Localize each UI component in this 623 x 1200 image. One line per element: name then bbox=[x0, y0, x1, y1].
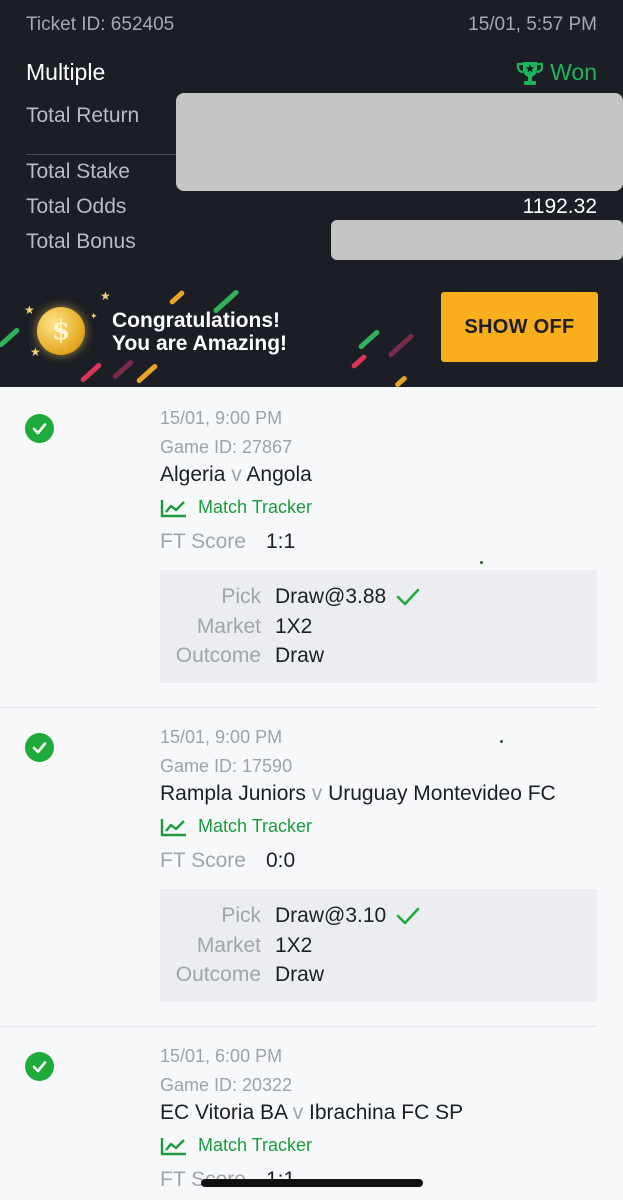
away-team: Uruguay Montevideo FC bbox=[328, 782, 556, 805]
confetti bbox=[394, 374, 408, 387]
match-time: 15/01, 6:00 PM bbox=[160, 1046, 283, 1066]
divider bbox=[0, 707, 597, 708]
dot bbox=[500, 740, 503, 743]
check-circle-icon bbox=[25, 733, 54, 762]
dot bbox=[480, 561, 483, 564]
confetti bbox=[0, 326, 21, 349]
line-chart-icon bbox=[160, 818, 186, 836]
match-tracker-label: Match Tracker bbox=[198, 1135, 313, 1155]
check-circle-icon bbox=[25, 1052, 54, 1081]
divider bbox=[26, 154, 181, 155]
confetti bbox=[350, 353, 368, 370]
confetti bbox=[79, 361, 103, 384]
confetti bbox=[387, 332, 415, 359]
coin-icon: $ bbox=[37, 307, 85, 355]
trophy-icon bbox=[517, 61, 544, 85]
ft-score-label: FT Score bbox=[160, 849, 246, 872]
away-team: Ibrachina FC SP bbox=[309, 1101, 464, 1124]
match-teams: Algeria v Angola bbox=[160, 463, 312, 487]
market-label: Market bbox=[196, 934, 261, 957]
game-id: Game ID: 17590 bbox=[160, 756, 293, 776]
total-odds-label: Total Odds bbox=[26, 195, 127, 218]
total-stake-label: Total Stake bbox=[26, 160, 130, 183]
match-tracker-link[interactable]: Match Tracker bbox=[160, 497, 312, 518]
star-icon: ★ bbox=[100, 289, 111, 303]
ft-score-label: FT Score bbox=[160, 530, 246, 553]
outcome-value: Draw bbox=[275, 644, 325, 667]
market-value: 1X2 bbox=[275, 615, 313, 638]
home-team: Algeria bbox=[160, 463, 226, 486]
match-time: 15/01, 9:00 PM bbox=[160, 408, 283, 428]
line-chart-icon bbox=[160, 499, 186, 517]
pick-text: Draw@3.88 bbox=[275, 585, 387, 608]
line-chart-icon bbox=[160, 1137, 186, 1155]
confetti bbox=[357, 328, 381, 351]
ticket-header: Ticket ID: 652405 15/01, 5:57 PM Multipl… bbox=[0, 0, 623, 387]
vs-separator: v bbox=[231, 463, 242, 486]
congrats-line-2: You are Amazing! bbox=[112, 332, 288, 355]
congrats-banner: ★ ★ ★ ✦ $ Congratulations! You are Amazi… bbox=[0, 285, 623, 387]
star-icon: ✦ bbox=[90, 311, 98, 321]
home-indicator[interactable] bbox=[201, 1179, 423, 1187]
pick-details: Pick Draw@3.88 Market 1X2 Outcome Draw bbox=[160, 570, 597, 683]
ft-score-value: 0:0 bbox=[266, 849, 296, 872]
total-bonus-label: Total Bonus bbox=[26, 230, 136, 253]
star-icon: ★ bbox=[30, 345, 41, 359]
match-time: 15/01, 9:00 PM bbox=[160, 727, 283, 747]
confetti bbox=[135, 362, 159, 385]
status-label: Won bbox=[550, 59, 597, 85]
checkmark-icon bbox=[396, 907, 420, 925]
game-id: Game ID: 20322 bbox=[160, 1075, 293, 1095]
match-tracker-label: Match Tracker bbox=[198, 497, 313, 517]
total-odds-value: 1192.32 bbox=[522, 195, 597, 218]
away-team: Angola bbox=[246, 463, 312, 486]
congrats-line-1: Congratulations! bbox=[112, 309, 280, 332]
match-tracker-link[interactable]: Match Tracker bbox=[160, 1135, 312, 1156]
confetti bbox=[168, 289, 186, 306]
market-value: 1X2 bbox=[275, 934, 313, 957]
match-teams: Rampla Juniors v Uruguay Montevideo FC bbox=[160, 782, 556, 806]
pick-label: Pick bbox=[221, 904, 261, 927]
pick-details: Pick Draw@3.10 Market 1X2 Outcome Draw bbox=[160, 889, 597, 1002]
vs-separator: v bbox=[292, 1101, 304, 1124]
game-id: Game ID: 27867 bbox=[160, 437, 293, 457]
ticket-datetime: 15/01, 5:57 PM bbox=[468, 14, 597, 35]
pick-value: Draw@3.10 bbox=[275, 904, 420, 928]
home-team: Rampla Juniors bbox=[160, 782, 306, 805]
ticket-id: Ticket ID: 652405 bbox=[26, 14, 175, 35]
confetti bbox=[111, 358, 135, 381]
match-tracker-label: Match Tracker bbox=[198, 816, 313, 836]
show-off-button[interactable]: SHOW OFF bbox=[441, 292, 598, 362]
pick-value: Draw@3.88 bbox=[275, 585, 420, 609]
match-tracker-link[interactable]: Match Tracker bbox=[160, 816, 312, 837]
redacted-return-stake bbox=[176, 93, 623, 191]
congrats-text: Congratulations! You are Amazing! bbox=[112, 309, 287, 355]
market-label: Market bbox=[196, 615, 261, 638]
total-return-label: Total Return bbox=[26, 104, 140, 127]
ft-score-value: 1:1 bbox=[266, 530, 296, 553]
pick-label: Pick bbox=[221, 585, 261, 608]
match-teams: EC Vitoria BA v Ibrachina FC SP bbox=[160, 1101, 463, 1125]
redacted-bonus bbox=[331, 220, 623, 260]
status-badge: Won bbox=[516, 59, 597, 86]
bet-type: Multiple bbox=[26, 59, 106, 85]
check-circle-icon bbox=[25, 414, 54, 443]
divider bbox=[0, 1026, 597, 1027]
vs-separator: v bbox=[311, 782, 323, 805]
outcome-label: Outcome bbox=[175, 963, 261, 986]
home-team: EC Vitoria BA bbox=[160, 1101, 287, 1124]
checkmark-icon bbox=[396, 588, 420, 606]
outcome-label: Outcome bbox=[175, 644, 261, 667]
outcome-value: Draw bbox=[275, 963, 325, 986]
pick-text: Draw@3.10 bbox=[275, 904, 387, 927]
star-icon: ★ bbox=[24, 303, 35, 317]
